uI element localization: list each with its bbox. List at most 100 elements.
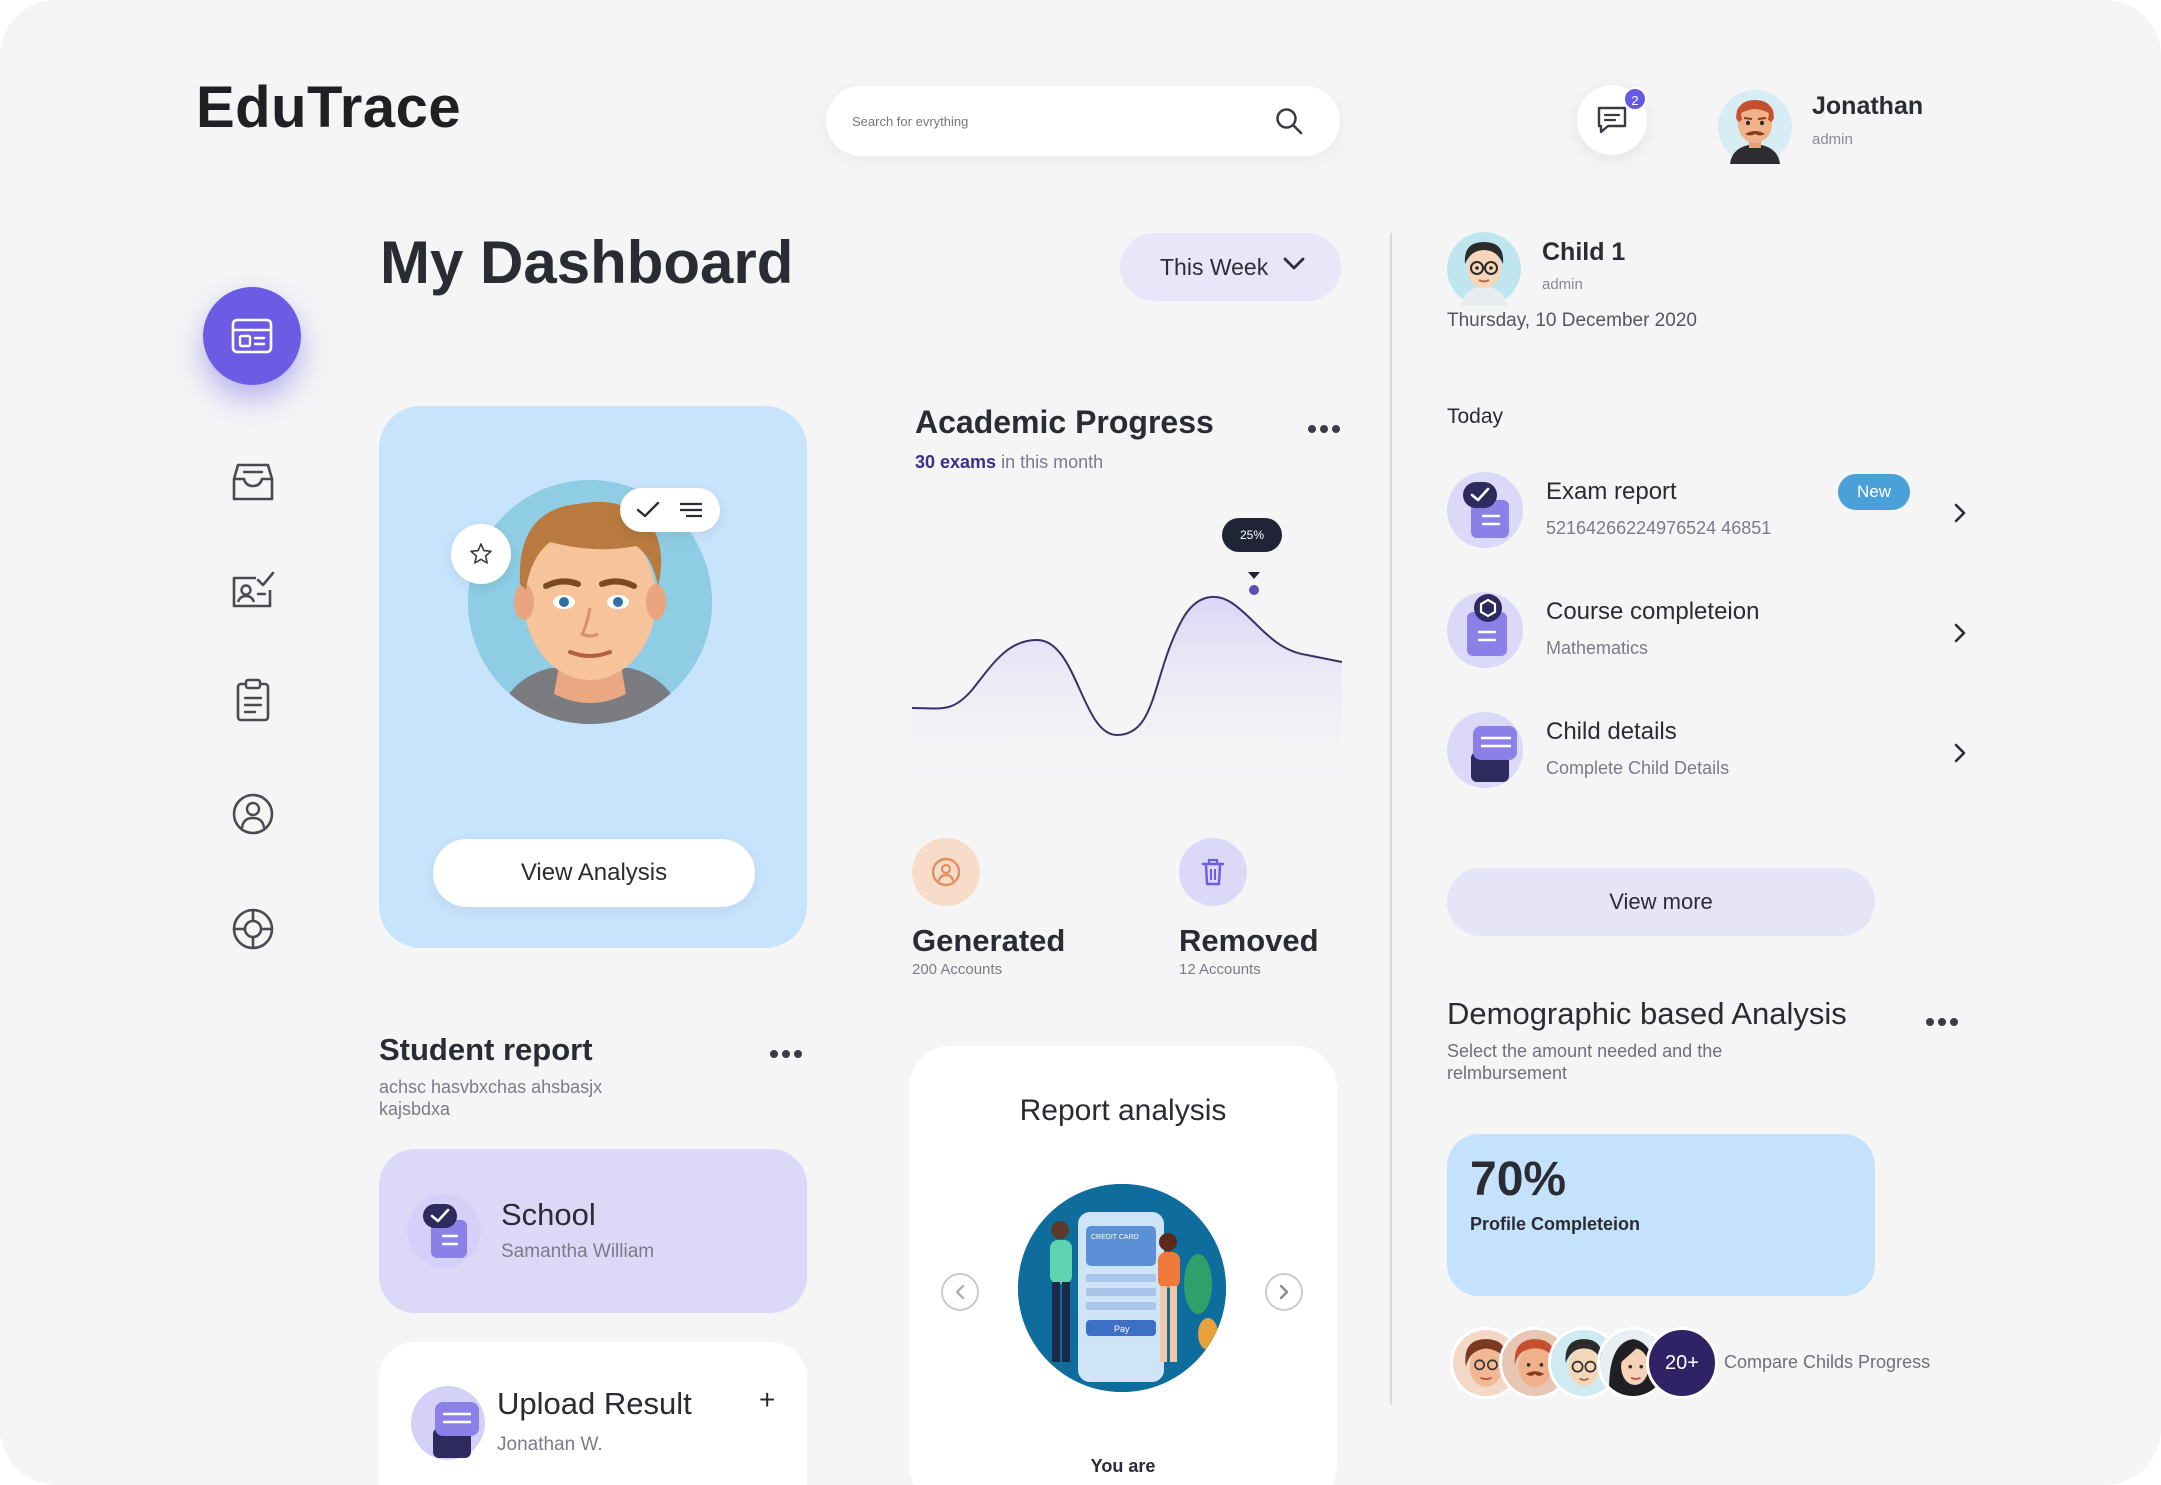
search-bar bbox=[826, 86, 1340, 156]
profile-completion-percent: 70% bbox=[1470, 1153, 1567, 1206]
student-report-subtitle: achsc hasvbxchas ahsbasjx kajsbdxa bbox=[379, 1077, 603, 1119]
generated-icon-circle bbox=[912, 838, 980, 906]
school-sub: Samantha William bbox=[501, 1241, 655, 1262]
search-icon[interactable] bbox=[1274, 106, 1304, 136]
school-card[interactable]: School Samantha William bbox=[379, 1149, 807, 1313]
credit-card-label: CREDIT CARD bbox=[1091, 1234, 1139, 1241]
notification-badge: 2 bbox=[1623, 87, 1647, 111]
profile-icon[interactable] bbox=[230, 791, 276, 837]
upload-result-card[interactable]: Upload Result Jonathan W. + bbox=[379, 1342, 807, 1485]
school-icon-bg bbox=[407, 1194, 481, 1268]
upload-icon-bg bbox=[411, 1386, 485, 1460]
prev-slide-button[interactable] bbox=[941, 1273, 979, 1311]
support-icon[interactable] bbox=[230, 906, 276, 952]
upload-sub: Jonathan W. bbox=[497, 1434, 603, 1455]
academic-subtitle: 30 exams in this month bbox=[915, 452, 1103, 473]
chat-icon bbox=[1597, 106, 1627, 134]
removed-sub: 12 Accounts bbox=[1179, 961, 1261, 978]
payment-illustration: CREDIT CARD Pay bbox=[1018, 1184, 1226, 1392]
star-icon bbox=[470, 543, 492, 564]
task-title: Course completeion bbox=[1546, 598, 1760, 625]
more-children-button[interactable]: 20+ bbox=[1646, 1327, 1718, 1399]
child-name[interactable]: Child 1 bbox=[1542, 238, 1625, 267]
task-sub: Complete Child Details bbox=[1546, 758, 1730, 778]
app-window: EduTrace 2 Jonathan admin bbox=[0, 0, 2161, 1485]
generated-label: Generated bbox=[912, 923, 1066, 958]
exams-count: 30 exams bbox=[915, 452, 997, 472]
task-sub: Mathematics bbox=[1546, 638, 1649, 658]
next-slide-button[interactable] bbox=[1265, 1273, 1303, 1311]
today-label: Today bbox=[1447, 405, 1504, 428]
compare-progress-link[interactable]: Compare Childs Progress bbox=[1724, 1352, 1930, 1373]
profile-completion-label: Profile Completeion bbox=[1470, 1214, 1641, 1234]
demographic-title: Demographic based Analysis bbox=[1447, 996, 1847, 1031]
task-title: Child details bbox=[1546, 718, 1677, 745]
chevron-right-icon bbox=[1279, 1284, 1289, 1300]
student-report-more-button[interactable] bbox=[770, 1045, 806, 1058]
exam-report-icon-bg bbox=[1447, 472, 1523, 548]
chart-point[interactable] bbox=[1249, 585, 1259, 595]
pay-label: Pay bbox=[1114, 1324, 1130, 1334]
chevron-right-icon bbox=[1954, 503, 1966, 523]
new-badge: New bbox=[1838, 474, 1910, 510]
payment-illustration-art: CREDIT CARD Pay bbox=[1018, 1184, 1226, 1392]
demographic-more-button[interactable] bbox=[1926, 1013, 1962, 1026]
child-date: Thursday, 10 December 2020 bbox=[1447, 310, 1697, 331]
child-details-icon-bg bbox=[1447, 712, 1523, 788]
badge-document-icon bbox=[1467, 594, 1507, 656]
academic-progress-chart bbox=[912, 572, 1342, 795]
academic-progress-title: Academic Progress bbox=[915, 404, 1214, 440]
trash-icon bbox=[1201, 858, 1225, 886]
chevron-right-icon bbox=[1954, 623, 1966, 643]
view-more-button[interactable]: View more bbox=[1447, 868, 1875, 936]
demographic-subtitle: Select the amount needed and the relmbur… bbox=[1447, 1041, 1723, 1083]
panel-divider bbox=[1390, 233, 1392, 1405]
chevron-right-icon bbox=[1954, 743, 1966, 763]
upload-title: Upload Result bbox=[497, 1386, 692, 1421]
removed-label: Removed bbox=[1179, 923, 1319, 958]
exams-suffix: in this month bbox=[1001, 452, 1104, 472]
task-child-details[interactable]: Child details Complete Child Details bbox=[1447, 712, 1967, 802]
page-title: My Dashboard bbox=[380, 229, 794, 296]
dashboard-icon bbox=[231, 318, 273, 354]
view-analysis-button[interactable]: View Analysis bbox=[433, 839, 755, 907]
chart-area bbox=[912, 596, 1342, 795]
task-course-completion[interactable]: Course completeion Mathematics bbox=[1447, 592, 1967, 682]
period-select-label: This Week bbox=[1160, 254, 1269, 280]
clipboard-icon[interactable] bbox=[230, 678, 276, 724]
nav-dashboard[interactable] bbox=[203, 287, 301, 385]
chart-tooltip: 25% bbox=[1222, 518, 1282, 552]
child-avatar[interactable] bbox=[1447, 232, 1521, 306]
period-select[interactable]: This Week bbox=[1120, 233, 1341, 301]
inbox-icon[interactable] bbox=[230, 459, 276, 505]
user-avatar[interactable] bbox=[1718, 90, 1792, 164]
course-icon-bg bbox=[1447, 592, 1523, 668]
certificate-icon[interactable] bbox=[230, 568, 276, 614]
report-caption: You are bbox=[1090, 1456, 1156, 1476]
status-pill[interactable] bbox=[620, 488, 720, 532]
child-role: admin bbox=[1542, 276, 1583, 293]
document-stack-icon bbox=[433, 1402, 479, 1458]
generated-sub: 200 Accounts bbox=[912, 961, 1003, 978]
task-sub: 52164266224976524 46851 bbox=[1546, 518, 1772, 538]
task-title: Exam report bbox=[1546, 478, 1677, 505]
favorite-button[interactable] bbox=[451, 524, 511, 584]
user-name[interactable]: Jonathan bbox=[1812, 92, 1923, 121]
student-report-title: Student report bbox=[379, 1032, 593, 1067]
menu-lines-icon bbox=[680, 502, 702, 518]
user-circle-icon bbox=[931, 857, 961, 887]
checked-document-icon bbox=[1463, 482, 1509, 538]
check-icon bbox=[636, 501, 660, 518]
search-input[interactable] bbox=[852, 86, 1252, 156]
app-logo: EduTrace bbox=[196, 75, 462, 140]
chevron-left-icon bbox=[955, 1284, 965, 1300]
document-stack-icon bbox=[1471, 726, 1517, 782]
removed-icon-circle bbox=[1179, 838, 1247, 906]
checked-document-icon bbox=[423, 1204, 467, 1258]
report-analysis-title: Report analysis bbox=[1019, 1094, 1227, 1127]
add-result-button[interactable]: + bbox=[759, 1384, 775, 1416]
chevron-down-icon bbox=[1283, 257, 1305, 270]
academic-more-button[interactable] bbox=[1308, 420, 1344, 433]
school-title: School bbox=[501, 1197, 596, 1232]
tooltip-pointer bbox=[1248, 572, 1260, 579]
